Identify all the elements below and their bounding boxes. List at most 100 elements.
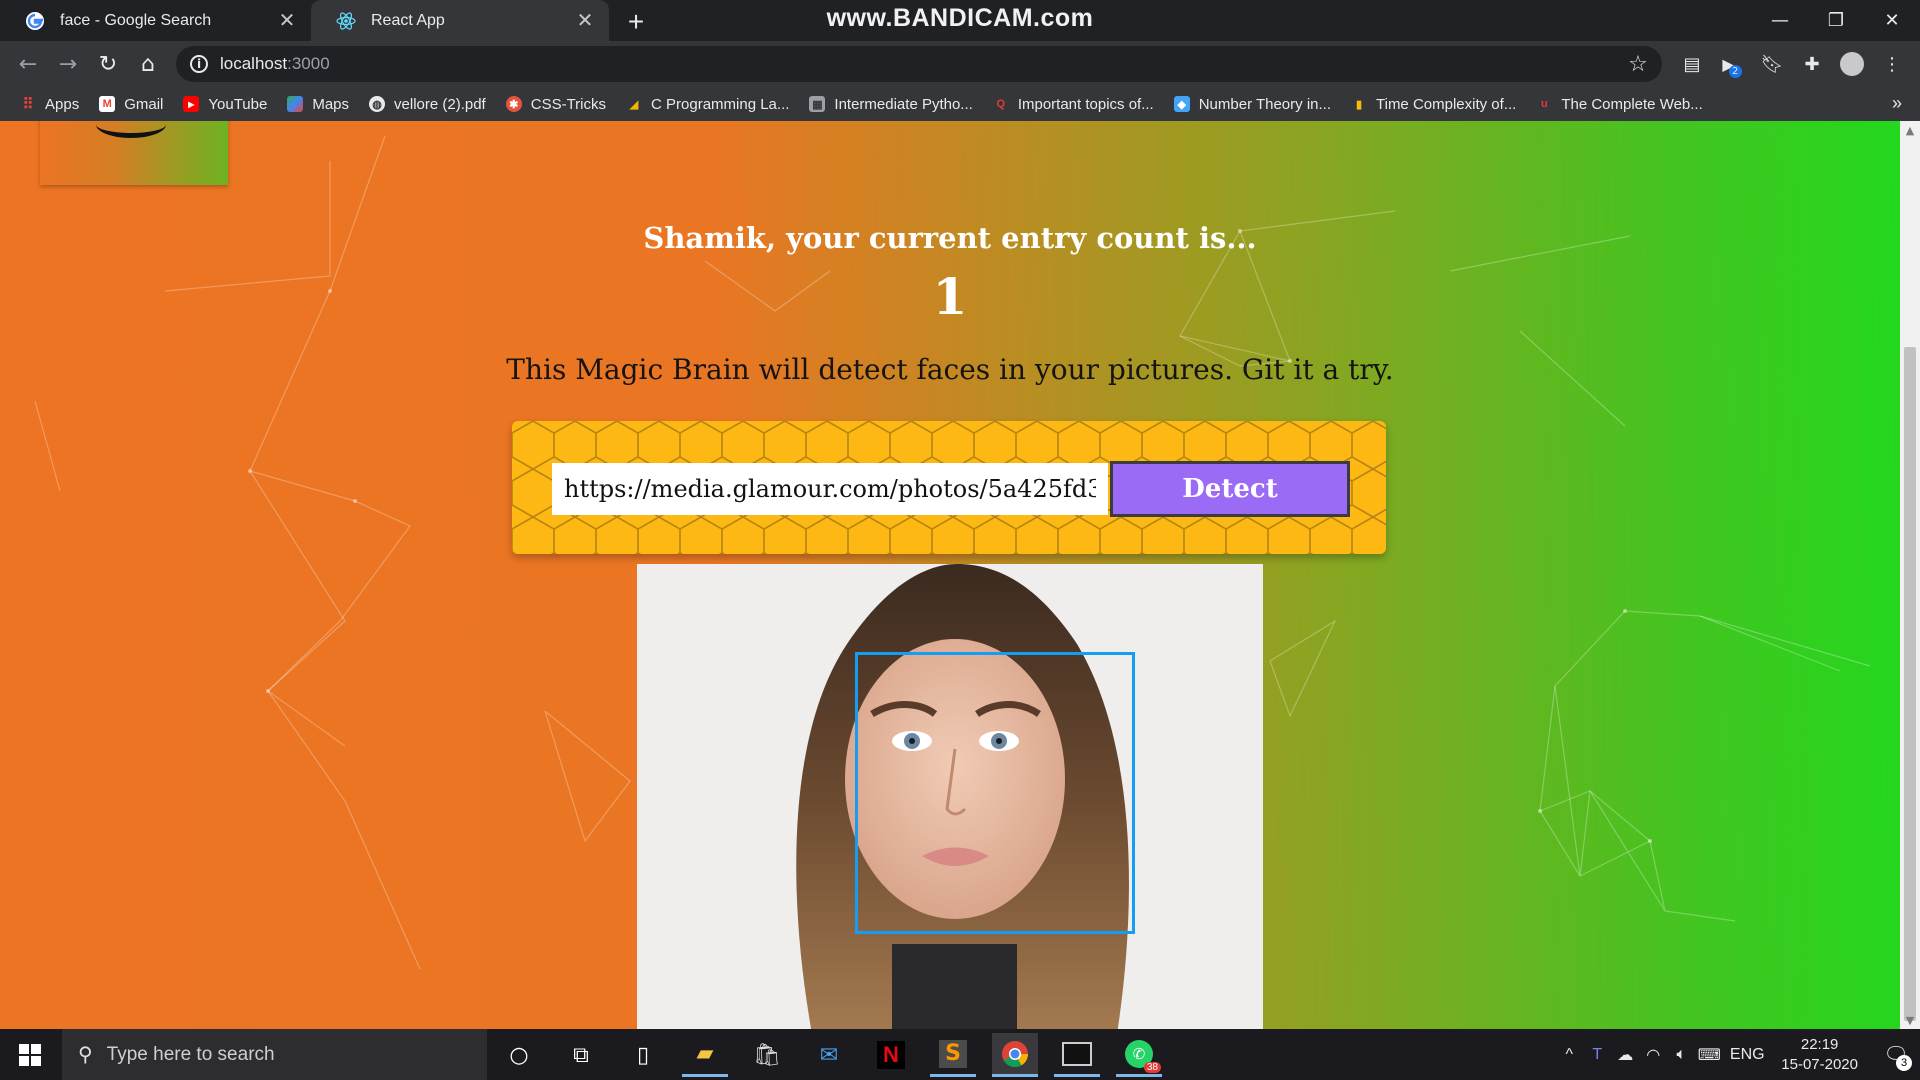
- bookmark-number-theory[interactable]: ◆ Number Theory in...: [1173, 96, 1331, 113]
- scroll-up-icon[interactable]: ▲: [1900, 121, 1920, 139]
- cortana-icon[interactable]: ○: [496, 1033, 542, 1077]
- teams-icon[interactable]: T: [1583, 1040, 1611, 1070]
- apps-grid-icon: ⠿: [22, 96, 34, 113]
- volume-icon[interactable]: 🔈︎: [1667, 1040, 1695, 1070]
- windows-start-icon[interactable]: [10, 1039, 50, 1071]
- window-controls: — ❐ ✕: [1752, 0, 1920, 41]
- profile-avatar[interactable]: [1836, 48, 1868, 80]
- bookmark-maps[interactable]: Maps: [287, 96, 349, 113]
- reload-icon[interactable]: ↻: [92, 48, 124, 80]
- brain-logo[interactable]: [40, 121, 228, 185]
- terminal-icon[interactable]: [1054, 1033, 1100, 1077]
- notification-count-badge: 3: [1896, 1054, 1912, 1071]
- keyboard-icon[interactable]: ⌨: [1695, 1040, 1723, 1070]
- action-center-icon[interactable]: 🗨︎ 3: [1872, 1035, 1920, 1075]
- system-tray: ^ T ☁ ◠ 🔈︎ ⌨ ENG 22:19 15-07-2020 🗨︎ 3: [1555, 1029, 1920, 1080]
- chrome-icon[interactable]: [992, 1033, 1038, 1077]
- clock-date: 15-07-2020: [1781, 1055, 1858, 1073]
- more-bookmarks-icon[interactable]: »: [1892, 93, 1902, 114]
- bookmark-youtube[interactable]: ▶ YouTube: [183, 96, 267, 113]
- new-tab-button[interactable]: +: [620, 6, 652, 38]
- windows-taskbar: ⚲ Type here to search ○ ⧉ ▯ ▰ 🛍︎ ✉ N S ✆…: [0, 1029, 1920, 1080]
- bookmark-complete-web[interactable]: u The Complete Web...: [1536, 96, 1703, 113]
- forward-arrow-icon[interactable]: →: [52, 48, 84, 80]
- bookmark-c-programming[interactable]: ◢ C Programming La...: [626, 96, 790, 113]
- bookmark-time-complexity[interactable]: ▮ Time Complexity of...: [1351, 96, 1516, 113]
- bookmark-vellore-pdf[interactable]: ◍ vellore (2).pdf: [369, 96, 486, 113]
- language-indicator[interactable]: ENG: [1723, 1040, 1771, 1070]
- home-icon[interactable]: ⌂: [132, 48, 164, 80]
- menu-kebab-icon[interactable]: ⋮: [1876, 48, 1908, 80]
- bookmark-gmail[interactable]: M Gmail: [99, 96, 163, 113]
- bookmark-site-icon: ◆: [1173, 96, 1190, 112]
- browser-toolbar: ← → ↻ ⌂ i localhost:3000 ☆ ▤ ▶ 2 🔖︎ ✚ ⋮: [0, 41, 1920, 87]
- bookmark-site-icon: ▮: [1355, 98, 1363, 111]
- bookmark-apps[interactable]: ⠿ Apps: [20, 96, 80, 114]
- scrollbar-thumb[interactable]: [1904, 347, 1916, 1021]
- address-url[interactable]: localhost:3000: [220, 54, 330, 74]
- input-image: [637, 564, 1263, 1029]
- netflix-icon[interactable]: N: [868, 1033, 914, 1077]
- close-tab-icon[interactable]: ✕: [273, 7, 301, 35]
- chevron-up-icon[interactable]: ^: [1555, 1040, 1583, 1070]
- globe-icon: ◍: [369, 96, 386, 112]
- taskbar-search-placeholder: Type here to search: [106, 1043, 275, 1065]
- close-window-icon[interactable]: ✕: [1864, 0, 1920, 41]
- onedrive-cloud-icon[interactable]: ☁: [1611, 1040, 1639, 1070]
- bookmark-site-icon: u: [1540, 98, 1548, 110]
- page-scrollbar[interactable]: ▲ ▼: [1900, 121, 1920, 1029]
- entry-greeting: Shamik, your current entry count is...: [643, 221, 1257, 255]
- clock-time: 22:19: [1800, 1035, 1839, 1053]
- tab-google-search[interactable]: face - Google Search ✕: [0, 0, 311, 41]
- close-tab-icon[interactable]: ✕: [571, 7, 599, 35]
- whatsapp-badge: 38: [1143, 1061, 1161, 1073]
- tab-title: face - Google Search: [60, 11, 212, 29]
- store-icon[interactable]: 🛍︎: [744, 1033, 790, 1077]
- tab-title: React App: [371, 11, 445, 29]
- sublime-text-icon[interactable]: S: [930, 1033, 976, 1077]
- css-tricks-icon: ✱: [505, 96, 522, 112]
- tagline: This Magic Brain will detect faces in yo…: [506, 353, 1394, 386]
- clock[interactable]: 22:19 15-07-2020: [1781, 1035, 1858, 1075]
- image-url-input[interactable]: [552, 463, 1108, 515]
- gmail-icon: M: [99, 96, 116, 112]
- restore-icon[interactable]: ❐: [1808, 0, 1864, 41]
- notepad-file-icon[interactable]: ▯: [620, 1033, 666, 1077]
- search-icon: ⚲: [78, 1044, 93, 1066]
- bookmark-star-icon[interactable]: ☆: [1624, 50, 1652, 78]
- google-icon: [24, 10, 46, 32]
- bookmark-site-icon: ▦: [809, 96, 826, 112]
- app-page: Shamik, your current entry count is... 1…: [0, 121, 1900, 1029]
- bookmark-css-tricks[interactable]: ✱ CSS-Tricks: [505, 96, 606, 113]
- file-explorer-icon[interactable]: ▰: [682, 1033, 728, 1077]
- face-bounding-box: [855, 652, 1135, 934]
- bookmark-important-topics[interactable]: Q Important topics of...: [993, 96, 1154, 113]
- extensions-puzzle-icon[interactable]: ✚: [1796, 48, 1828, 80]
- tab-react-app[interactable]: React App ✕: [311, 0, 609, 41]
- taskbar-search[interactable]: ⚲ Type here to search: [62, 1029, 487, 1080]
- minimize-icon[interactable]: —: [1752, 0, 1808, 41]
- extension-badge-icon[interactable]: ▶ 2: [1716, 48, 1748, 80]
- bookmark-intermediate-python[interactable]: ▦ Intermediate Pytho...: [809, 96, 973, 113]
- back-arrow-icon[interactable]: ←: [12, 48, 44, 80]
- entry-count: 1: [932, 267, 968, 326]
- mail-icon[interactable]: ✉: [806, 1033, 852, 1077]
- whatsapp-icon[interactable]: ✆ 38: [1116, 1033, 1162, 1077]
- bookmarks-bar: ⠿ Apps M Gmail ▶ YouTube Maps ◍ vellore (2).…: [0, 87, 1920, 121]
- brain-logo-icon: [96, 121, 166, 138]
- detect-button[interactable]: Detect: [1110, 461, 1350, 517]
- youtube-icon: ▶: [183, 96, 200, 112]
- scroll-down-icon[interactable]: ▼: [1900, 1011, 1920, 1029]
- task-view-icon[interactable]: ⧉: [558, 1033, 604, 1077]
- reading-list-icon[interactable]: ▤: [1676, 48, 1708, 80]
- bandicam-watermark: www.BANDICAM.com: [826, 4, 1094, 32]
- bookmark-site-icon: ◢: [629, 98, 639, 111]
- maps-icon: [287, 96, 304, 112]
- bookmark-icon[interactable]: 🔖︎: [1756, 48, 1788, 80]
- tab-strip: face - Google Search ✕ React App ✕ + www…: [0, 0, 1920, 41]
- site-info-icon[interactable]: i: [190, 55, 208, 73]
- image-link-form: Detect: [512, 421, 1386, 554]
- bookmark-site-icon: Q: [996, 98, 1006, 110]
- address-bar[interactable]: i localhost:3000 ☆: [176, 46, 1662, 82]
- wifi-icon[interactable]: ◠: [1639, 1040, 1667, 1070]
